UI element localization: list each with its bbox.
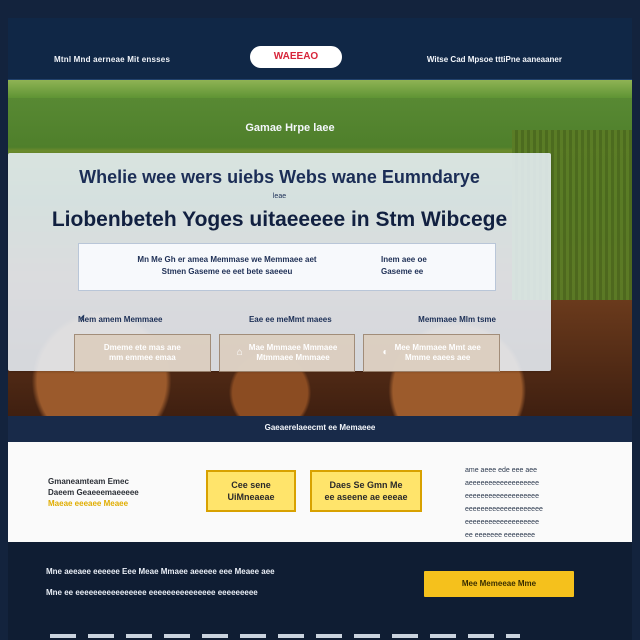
- right-line-2: aeeeeeeeeeeeeeeeeee: [465, 480, 539, 487]
- page: Mtnl Mnd aerneae Mit ensses WAEEAO Witse…: [0, 0, 640, 640]
- info-icon: ◐: [382, 347, 389, 358]
- info-left-text: Mn Me Gh er amea Memmase we Memmaee aet …: [137, 255, 317, 276]
- hero-tabs: Mem amem Memmaee Eae ee meMmt maees Memm…: [78, 307, 496, 331]
- tab-2[interactable]: Eae ee meMmt maees: [249, 315, 332, 324]
- nav-left-links[interactable]: Mtnl Mnd aerneae Mit ensses: [54, 55, 170, 64]
- right-line-1: ame aeee ede eee aee: [465, 467, 538, 474]
- content-line-1: Gmaneamteam Emec: [48, 477, 129, 486]
- tab-3[interactable]: Memmaee Mlm tsme: [418, 315, 496, 324]
- cta-button-1[interactable]: Cee sene UiMneaeae: [206, 470, 296, 512]
- hero-subheadline: Liobenbeteh Yoges uitaeeeee in Stm Wibce…: [51, 208, 508, 231]
- footer-button[interactable]: Mee Memeeae Mme: [424, 571, 574, 597]
- tab-1[interactable]: Mem amem Memmaee: [78, 315, 162, 324]
- home-icon: ⌂: [236, 347, 243, 358]
- mid-banner: Gaeaerelaeecmt ee Memaeee: [8, 416, 632, 442]
- top-navigation: Mtnl Mnd aerneae Mit ensses WAEEAO Witse…: [8, 18, 632, 80]
- hero-card[interactable]: ◐ Mee Mmmaee Mmt aee Mmme eaees aee: [363, 334, 501, 372]
- content-section: Gmaneamteam Emec Daeem Geaeeemaeeeee Mae…: [8, 442, 632, 542]
- footer-line-2: Mne ee eeeeeeeeeeeeeeee eeeeeeeeeeeeeee …: [46, 588, 258, 597]
- brand-logo[interactable]: WAEEAO: [250, 46, 342, 68]
- hero-card[interactable]: ⌂ Mae Mmmaee Mmmaee Mtmmaee Mmmaee: [218, 334, 356, 372]
- right-line-3: eeeeeeeeeeeeeeeeeee: [465, 493, 539, 500]
- content-left-copy: Gmaneamteam Emec Daeem Geaeeemaeeeee Mae…: [48, 476, 139, 509]
- cta-button-2[interactable]: Daes Se Gmn Me ee aseene ae eeeae: [310, 470, 422, 512]
- footer-line-1: Mne aeeaee eeeeee Eee Meae Mmaee aeeeee …: [46, 567, 275, 576]
- content-line-3: Maeae eeeaee Meaee: [48, 499, 129, 508]
- hero-label: Gamae Hrpe laee: [245, 122, 335, 134]
- content-line-2: Daeem Geaeeemaeeeee: [48, 488, 139, 497]
- field-top-band: [8, 80, 632, 98]
- hero-small-text: leae: [272, 193, 287, 200]
- nav-right-links[interactable]: Witse Cad Mpsoe tttiPne aaneaaner: [427, 55, 562, 64]
- info-right-text: Inem aee oe Gaseme ee: [381, 255, 427, 276]
- right-line-6: ee eeeeeee eeeeeeee: [465, 532, 536, 539]
- footer-section: Mne aeeaee eeeeee Eee Meae Mmaee aeeeee …: [8, 542, 632, 640]
- hero-card[interactable]: Dmeme ete mas ane mm emmee emaa: [74, 334, 211, 372]
- mid-banner-text: Gaeaerelaeecmt ee Memaeee: [264, 423, 376, 432]
- info-box: Mn Me Gh er amea Memmase we Memmaee aet …: [78, 243, 496, 291]
- footer-decorative-line: [50, 634, 520, 638]
- hero-panel: Whelie wee wers uiebs Webs wane Eumndary…: [8, 153, 551, 372]
- hero-cards: Dmeme ete mas ane mm emmee emaa ⌂ Mae Mmm…: [74, 334, 501, 372]
- content-right-copy: ame aeee ede eee aee aeeeeeeeeeeeeeeeeee…: [465, 464, 585, 542]
- right-line-4: eeeeeeeeeeeeeeeeeeee: [465, 506, 543, 513]
- right-line-5: eeeeeeeeeeeeeeeeeee: [465, 519, 539, 526]
- hero-headline: Whelie wee wers uiebs Webs wane Eumndary…: [79, 167, 480, 187]
